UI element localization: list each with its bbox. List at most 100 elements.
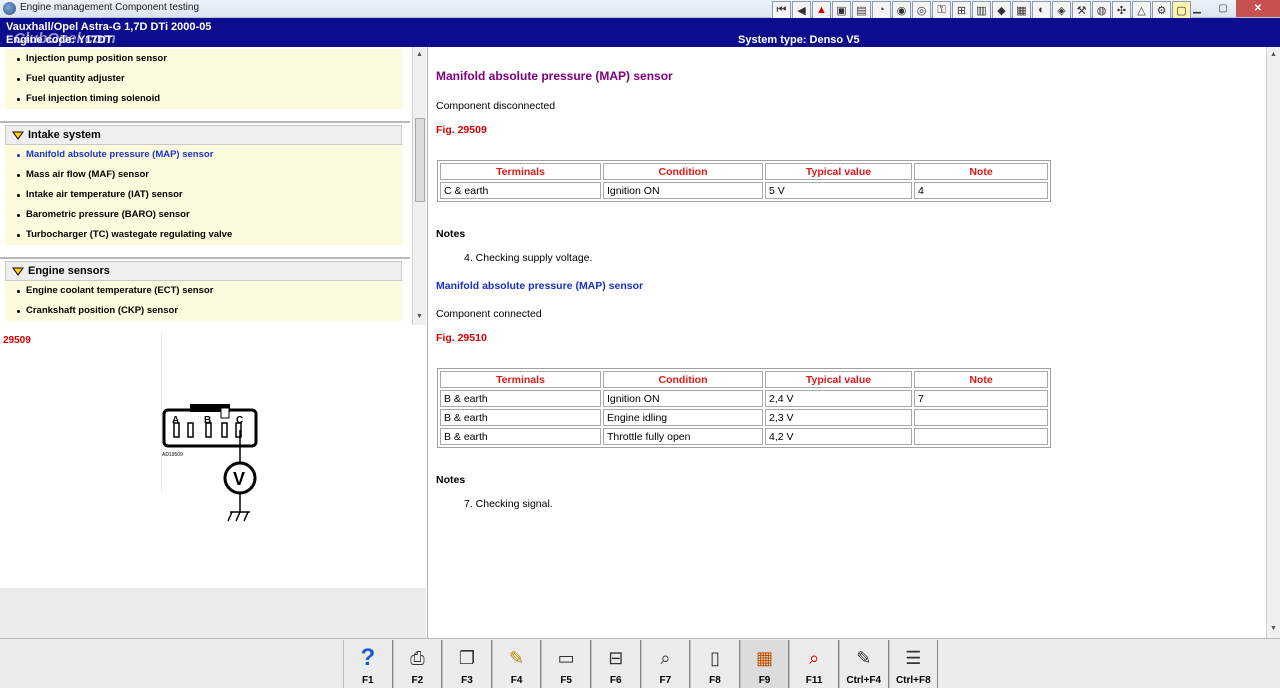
- nav-item-maf-sensor[interactable]: Mass air flow (MAF) sensor: [5, 165, 402, 185]
- gauge-icon[interactable]: ◔: [872, 1, 891, 19]
- nav-item-map-sensor[interactable]: Manifold absolute pressure (MAP) sensor: [5, 145, 402, 165]
- f5-button[interactable]: ▭ F5: [541, 640, 591, 688]
- toolbar: ⏮ ◀ ▲ ▣ ▤ ◔ ◉ ◎ ⚿ ⊞ ▥ ◆ ▦ ◐ ◈ ⚒ ◍ ✣ △ ⚙ …: [772, 1, 1191, 19]
- search-icon: ⌕: [809, 647, 820, 668]
- battery-icon[interactable]: ▦: [1012, 1, 1031, 19]
- fan-icon[interactable]: ✣: [1112, 1, 1131, 19]
- nav-item-wastegate-valve[interactable]: Turbocharger (TC) wastegate regulating v…: [5, 225, 402, 245]
- brake-icon[interactable]: ◍: [1092, 1, 1111, 19]
- cell-terminals: C & earth: [440, 182, 601, 199]
- minimize-button[interactable]: ▁: [1184, 0, 1210, 17]
- fkey-label: F3: [461, 675, 473, 686]
- title-bar: Engine management Component testing ⏮ ◀ …: [0, 0, 1280, 19]
- cell-terminals: B & earth: [440, 409, 601, 426]
- alert-icon[interactable]: △: [1132, 1, 1151, 19]
- copy-icon: ❐: [458, 647, 476, 668]
- scroll-down-icon[interactable]: ▼: [416, 313, 423, 320]
- f1-button[interactable]: ? F1: [343, 640, 393, 688]
- car-icon[interactable]: ◐: [1032, 1, 1051, 19]
- lamp-icon[interactable]: ◉: [892, 1, 911, 19]
- cell-note: 7: [914, 390, 1048, 407]
- table-row: B & earth Ignition ON 2,4 V 7: [440, 390, 1048, 407]
- print-icon: ⎙: [410, 647, 425, 668]
- component-icon: ▭: [557, 647, 575, 668]
- nav-scrollbar[interactable]: ▲ ▼: [412, 47, 426, 325]
- first-icon[interactable]: ⏮: [772, 1, 791, 19]
- scroll-down-icon[interactable]: ▼: [1270, 625, 1277, 632]
- warning-icon[interactable]: ▲: [812, 1, 831, 19]
- nav-group-header-engine-sensors[interactable]: Engine sensors: [5, 261, 402, 281]
- chart-icon[interactable]: ▤: [852, 1, 871, 19]
- figure-link[interactable]: Fig. 29509: [436, 124, 487, 136]
- f11-button[interactable]: ⌕ F11: [789, 640, 839, 688]
- ctrl-f4-button[interactable]: ✎ Ctrl+F4: [838, 640, 889, 688]
- ctrl-f8-button[interactable]: ☰ Ctrl+F8: [888, 640, 939, 688]
- list-icon: ☰: [905, 647, 922, 668]
- engine-icon[interactable]: ▣: [832, 1, 851, 19]
- scroll-up-icon[interactable]: ▲: [1270, 51, 1277, 58]
- dial-icon[interactable]: ◎: [912, 1, 931, 19]
- maximize-button[interactable]: ▢: [1210, 0, 1236, 17]
- f9-button[interactable]: ▦ F9: [739, 640, 790, 688]
- figure-link[interactable]: Fig. 29510: [436, 332, 487, 344]
- pump-icon[interactable]: ◈: [1052, 1, 1071, 19]
- nav-item-fuel-quantity-adjuster[interactable]: Fuel quantity adjuster: [5, 69, 402, 89]
- cell-typical-value: 2,4 V: [765, 390, 912, 407]
- pinout-icon: ⊟: [608, 647, 624, 668]
- f3-button[interactable]: ❐ F3: [442, 640, 492, 688]
- f7-button[interactable]: ⌕ F7: [640, 640, 691, 688]
- nav-item-ect-sensor[interactable]: Engine coolant temperature (ECT) sensor: [5, 281, 402, 301]
- column-header: Typical value: [765, 163, 912, 180]
- nav-group-fuel: Injection pump position sensor Fuel quan…: [5, 49, 402, 109]
- fkey-label: F7: [659, 675, 672, 686]
- cell-condition: Engine idling: [603, 409, 763, 426]
- divider: [0, 121, 410, 123]
- component-state: Component connected: [436, 308, 542, 320]
- scroll-thumb[interactable]: [415, 118, 425, 202]
- previous-icon[interactable]: ◀: [792, 1, 811, 19]
- column-header: Condition: [603, 371, 763, 388]
- connector-icon[interactable]: ⊞: [952, 1, 971, 19]
- nav-group-intake: Intake system Manifold absolute pressure…: [5, 125, 402, 245]
- zoom-icon: ⌕: [660, 647, 671, 668]
- close-button[interactable]: ✕: [1236, 0, 1280, 17]
- nav-items-intake: Manifold absolute pressure (MAP) sensor …: [5, 145, 402, 245]
- fkey-label: F2: [411, 675, 424, 686]
- function-key-bar: ? F1 ⎙ F2 ❐ F3 ✎ F4 ▭ F5 ⊟ F6 ⌕ F7 ▯ F8: [0, 638, 1280, 688]
- f4-button[interactable]: ✎ F4: [491, 640, 542, 688]
- key-icon[interactable]: ⚿: [932, 1, 951, 19]
- nav-item-ckp-sensor[interactable]: Crankshaft position (CKP) sensor: [5, 301, 402, 321]
- nav-item-injection-pump-position[interactable]: Injection pump position sensor: [5, 49, 402, 69]
- nav-items-engine-sensors: Engine coolant temperature (ECT) sensor …: [5, 281, 402, 321]
- component-tree: Injection pump position sensor Fuel quan…: [0, 47, 426, 325]
- nav-item-fuel-injection-timing[interactable]: Fuel injection timing solenoid: [5, 89, 402, 109]
- fkey-label: Ctrl+F4: [846, 675, 882, 686]
- group-diamond-icon: [12, 267, 24, 276]
- window-title: Engine management Component testing: [20, 2, 200, 13]
- settings-icon[interactable]: ⚙: [1152, 1, 1171, 19]
- diagram-panel: 29509 A B C AD19509 V: [0, 332, 426, 588]
- pin-label-a: A: [172, 415, 179, 426]
- content-scrollbar[interactable]: ▲ ▼: [1266, 47, 1280, 638]
- cell-terminals: B & earth: [440, 390, 601, 407]
- nav-group-header-intake[interactable]: Intake system: [5, 125, 402, 145]
- tank-icon[interactable]: ▥: [972, 1, 991, 19]
- fkey-label: F6: [609, 675, 622, 686]
- fkey-label: F9: [758, 675, 771, 686]
- fkey-label: F11: [805, 675, 823, 686]
- cell-condition: Ignition ON: [603, 390, 763, 407]
- oil-icon[interactable]: ◆: [992, 1, 1011, 19]
- watermark: ClubOpel.com: [14, 30, 116, 47]
- table-row: B & earth Throttle fully open 4,2 V: [440, 428, 1048, 445]
- f6-button[interactable]: ⊟ F6: [590, 640, 641, 688]
- cell-note: 4: [914, 182, 1048, 199]
- nav-item-iat-sensor[interactable]: Intake air temperature (IAT) sensor: [5, 185, 402, 205]
- f2-button[interactable]: ⎙ F2: [392, 640, 443, 688]
- wrench-icon[interactable]: ⚒: [1072, 1, 1091, 19]
- f8-button[interactable]: ▯ F8: [690, 640, 740, 688]
- nav-item-baro-sensor[interactable]: Barometric pressure (BARO) sensor: [5, 205, 402, 225]
- cell-terminals: B & earth: [440, 428, 601, 445]
- scroll-up-icon[interactable]: ▲: [416, 51, 423, 58]
- cell-condition: Ignition ON: [603, 182, 763, 199]
- page-title: Manifold absolute pressure (MAP) sensor: [436, 69, 673, 83]
